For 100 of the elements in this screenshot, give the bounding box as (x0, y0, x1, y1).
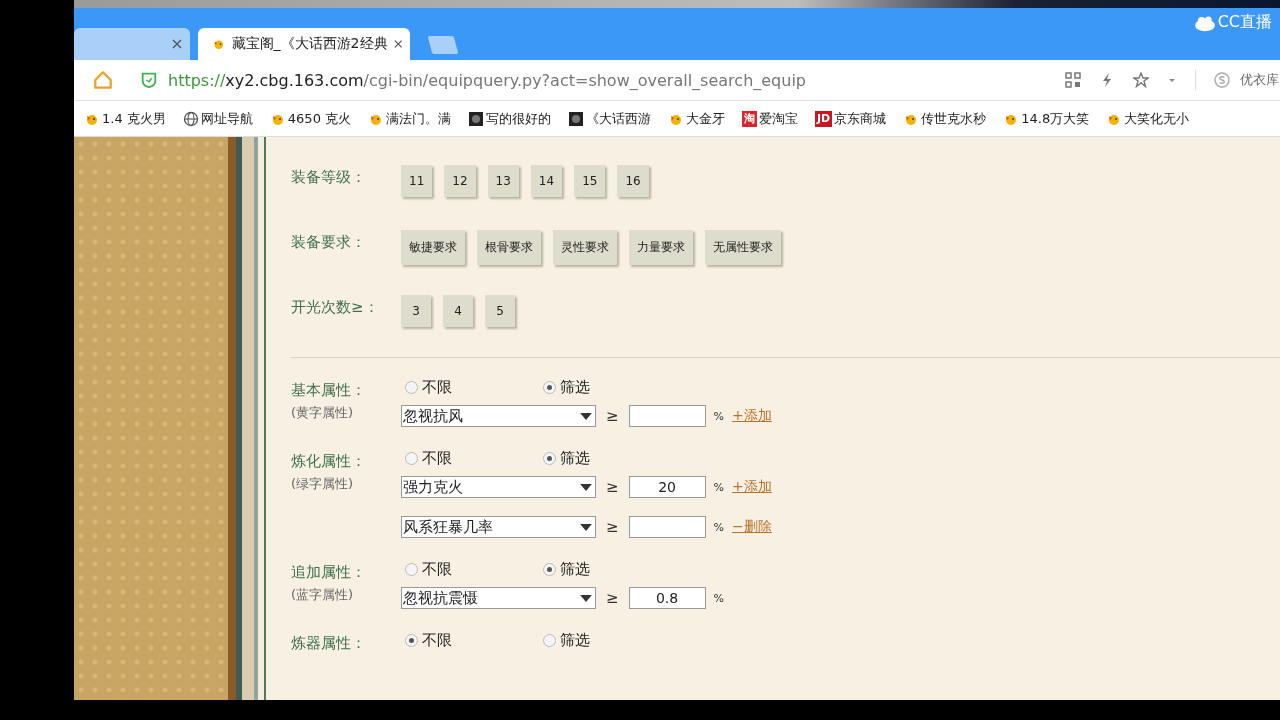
cloud-icon (1193, 13, 1216, 32)
bookmark-label: 大笑化无小 (1124, 109, 1190, 128)
field-label: 基本属性： (291, 380, 367, 400)
option-button[interactable]: 敏捷要求 (401, 230, 465, 265)
radio-button[interactable] (543, 634, 556, 647)
bookmark-label: 大金牙 (686, 109, 726, 128)
option-button[interactable]: 15 (574, 165, 606, 197)
option-button[interactable]: 14 (530, 165, 563, 197)
action-link[interactable]: −删除 (732, 518, 772, 536)
radio-button[interactable] (543, 563, 556, 576)
bookmark-label: 满法门。满 (386, 109, 452, 128)
option-button[interactable]: 根骨要求 (477, 230, 541, 265)
globe-icon (182, 110, 199, 127)
square-icon (468, 110, 485, 127)
option-button[interactable]: 5 (485, 295, 515, 327)
field-hint: (黄字属性) (291, 404, 355, 422)
unit-label: % (713, 520, 725, 534)
home-icon[interactable] (92, 69, 114, 91)
value-input[interactable]: 20 (628, 476, 706, 498)
field-hint: (蓝字属性) (291, 586, 355, 604)
operator-symbol: ≥ (606, 407, 619, 425)
value-input[interactable] (628, 405, 706, 427)
radio-button[interactable] (405, 634, 418, 647)
new-tab-button[interactable] (427, 36, 459, 54)
bookmark-label: 写的很好的 (486, 109, 552, 128)
bookmark[interactable]: 淘 爱淘宝 (742, 109, 799, 128)
field-hint: (绿字属性) (291, 475, 355, 493)
attribute-dropdown[interactable]: 忽视抗风 (401, 405, 596, 427)
bookmark[interactable]: 传世克水秒 (903, 109, 987, 128)
tab-title: 藏宝阁_《大话西游2经典 (231, 35, 388, 53)
option-button[interactable]: 4 (443, 295, 473, 327)
radio-button[interactable] (543, 381, 556, 394)
radio-label: 不限 (422, 560, 452, 579)
attribute-dropdown[interactable]: 忽视抗震慑 (401, 587, 596, 609)
bookmark-label: 传世克水秒 (921, 109, 987, 128)
field-label: 开光次数≥： (291, 297, 380, 318)
option-button[interactable]: 11 (401, 165, 433, 197)
radio-label: 筛选 (560, 449, 590, 468)
option-button[interactable]: 3 (401, 295, 431, 327)
option-button[interactable]: 16 (617, 165, 649, 197)
bookmark[interactable]: 网址导航 (182, 109, 253, 128)
account-name[interactable]: 优衣库 (1240, 71, 1280, 89)
value-input[interactable] (628, 516, 706, 538)
value-input[interactable]: 0.8 (628, 587, 706, 609)
radio-button[interactable] (405, 452, 418, 465)
field-label: 装备要求： (291, 232, 367, 253)
bookmark-label: 京东商城 (834, 109, 887, 128)
operator-symbol: ≥ (606, 589, 619, 607)
radio-label: 筛选 (560, 631, 590, 650)
option-button[interactable]: 12 (444, 165, 476, 197)
radio-button[interactable] (543, 452, 556, 465)
caret-icon (580, 412, 592, 420)
attribute-dropdown[interactable]: 风系狂暴几率 (401, 516, 596, 538)
option-button[interactable]: 力量要求 (629, 230, 693, 265)
radio-label: 不限 (422, 449, 452, 468)
brand-name: CC直播 (1217, 12, 1272, 33)
bookmark-label: 爱淘宝 (759, 109, 799, 128)
field-label: 炼化属性： (291, 451, 367, 471)
operator-symbol: ≥ (606, 518, 619, 536)
attribute-dropdown[interactable]: 强力克火 (401, 476, 596, 498)
unit-label: % (713, 591, 725, 605)
address-field[interactable]: https://xy2.cbg.163.com/cgi-bin/equipquery.py?act=show_overall_search_equip (168, 70, 1047, 90)
caret-icon (580, 523, 592, 531)
option-button[interactable]: 无属性要求 (705, 230, 781, 265)
bookmark[interactable]: 大笑化无小 (1106, 109, 1190, 128)
operator-symbol: ≥ (606, 478, 619, 496)
site-logo-icon: 淘 (742, 110, 758, 127)
radio-label: 不限 (422, 631, 452, 650)
s-logo-icon[interactable] (1214, 72, 1230, 88)
bookmark[interactable]: 满法门。满 (368, 109, 452, 128)
square-icon (568, 110, 585, 127)
bookmark-label: 4650 克火 (287, 109, 352, 128)
bookmark[interactable]: 《大话西游 (568, 109, 652, 128)
browser-tab[interactable]: 藏宝阁_《大话西游2经典 (198, 28, 410, 60)
bookmark[interactable]: 14.8万大笑 (1003, 109, 1090, 128)
field-label: 追加属性： (291, 562, 367, 582)
bookmark[interactable]: 写的很好的 (468, 109, 552, 128)
bookmark-label: 网址导航 (200, 109, 253, 128)
site-logo-icon: JD (815, 110, 833, 127)
bookmark[interactable]: 1.4 克火男 (84, 109, 166, 128)
radio-label: 筛选 (560, 378, 590, 397)
radio-label: 不限 (422, 378, 452, 397)
bookmark-label: 1.4 克火男 (102, 109, 166, 128)
option-button[interactable]: 13 (487, 165, 519, 197)
radio-button[interactable] (405, 381, 418, 394)
bookmark-label: 14.8万大笑 (1021, 109, 1090, 128)
bookmark[interactable]: JD 京东商城 (815, 109, 887, 128)
shield-icon (140, 71, 158, 89)
bookmark[interactable]: 4650 克火 (269, 109, 352, 128)
radio-label: 筛选 (560, 560, 590, 579)
field-label: 装备等级： (291, 167, 367, 188)
star-icon[interactable] (1133, 72, 1149, 88)
bookmark[interactable]: 大金牙 (668, 109, 726, 128)
close-icon[interactable] (393, 39, 402, 49)
caret-icon (580, 594, 592, 602)
caret-icon (580, 483, 592, 491)
close-icon[interactable] (172, 39, 182, 49)
option-button[interactable]: 灵性要求 (553, 230, 617, 265)
qr-code-icon[interactable] (1065, 72, 1081, 88)
radio-button[interactable] (405, 563, 418, 576)
